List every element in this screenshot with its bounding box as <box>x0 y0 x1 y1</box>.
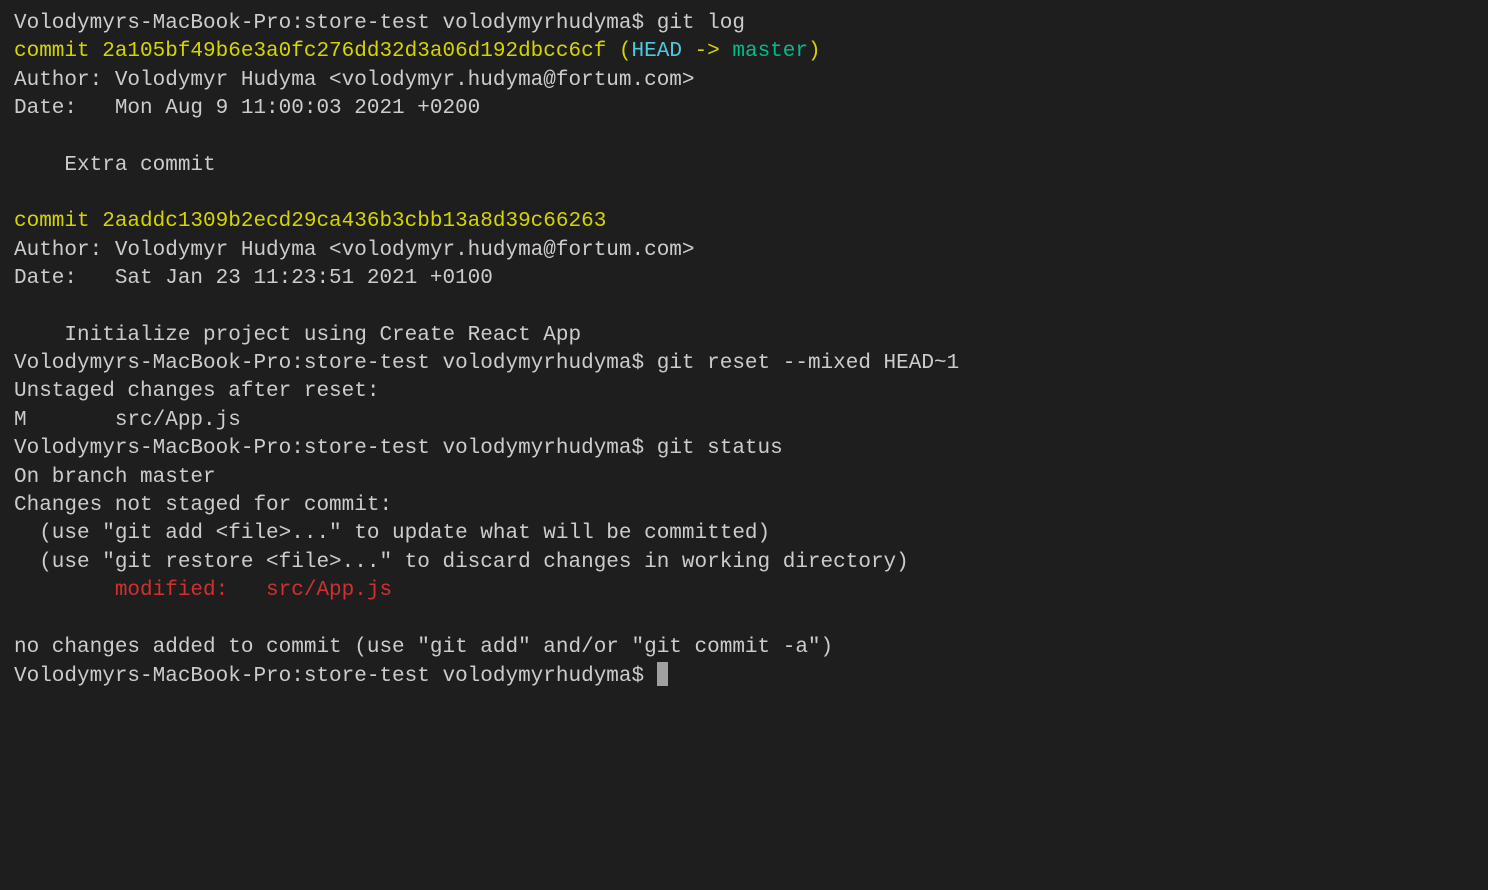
modified-line: modified: src/App.js <box>14 579 392 602</box>
prompt-line: Volodymyrs-MacBook-Pro:store-test volody… <box>14 352 959 375</box>
commit-line: commit 2a105bf49b6e3a0fc276dd32d3a06d192… <box>14 40 821 63</box>
output-line: no changes added to commit (use "git add… <box>14 636 833 659</box>
author-line: Author: Volodymyr Hudyma <volodymyr.hudy… <box>14 69 695 92</box>
output-line: Changes not staged for commit: <box>14 494 392 517</box>
output-line: On branch master <box>14 466 216 489</box>
date-line: Date: Sat Jan 23 11:23:51 2021 +0100 <box>14 267 493 290</box>
output-line: (use "git restore <file>..." to discard … <box>14 551 909 574</box>
output-line: (use "git add <file>..." to update what … <box>14 522 770 545</box>
commit-line: commit 2aaddc1309b2ecd29ca436b3cbb13a8d3… <box>14 210 606 233</box>
output-line: M src/App.js <box>14 409 241 432</box>
output-line: Unstaged changes after reset: <box>14 380 379 403</box>
date-line: Date: Mon Aug 9 11:00:03 2021 +0200 <box>14 97 480 120</box>
author-line: Author: Volodymyr Hudyma <volodymyr.hudy… <box>14 239 695 262</box>
prompt-line: Volodymyrs-MacBook-Pro:store-test volody… <box>14 665 657 688</box>
commit-message: Initialize project using Create React Ap… <box>14 324 581 347</box>
prompt-line: Volodymyrs-MacBook-Pro:store-test volody… <box>14 437 783 460</box>
commit-message: Extra commit <box>14 154 216 177</box>
cursor <box>657 662 668 686</box>
prompt-line: Volodymyrs-MacBook-Pro:store-test volody… <box>14 12 745 35</box>
terminal-output[interactable]: Volodymyrs-MacBook-Pro:store-test volody… <box>14 10 1474 691</box>
